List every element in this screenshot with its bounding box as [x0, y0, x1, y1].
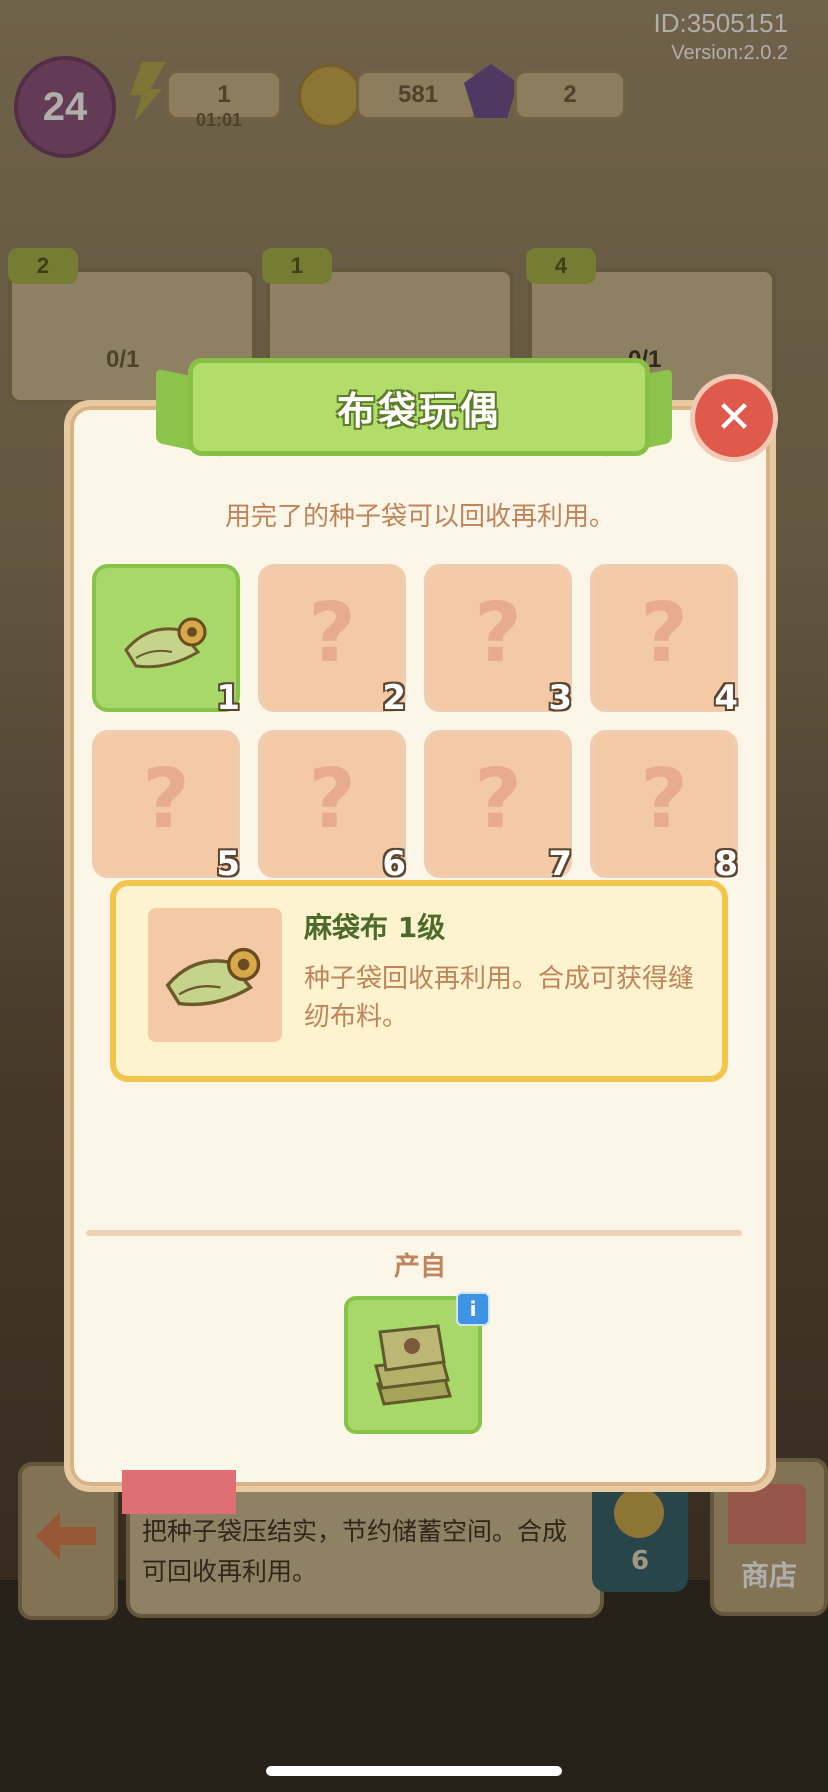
cell-number: 7	[548, 844, 572, 884]
source-label: 产自	[393, 1252, 446, 1282]
item-description: 种子袋回收再利用。合成可获得缝纫布料。	[304, 964, 695, 1032]
cell-number: 3	[548, 678, 572, 718]
unknown-mark: ?	[308, 586, 356, 681]
collection-cell-3[interactable]: ? 3	[424, 564, 572, 718]
collection-cell-6[interactable]: ? 6	[258, 730, 406, 884]
unknown-mark: ?	[308, 752, 356, 847]
seed-bag-stack-icon	[374, 1324, 452, 1406]
close-button[interactable]: ✕	[690, 374, 778, 462]
unknown-mark: ?	[142, 752, 190, 847]
dialog-title: 布袋玩偶	[336, 388, 501, 433]
cell-number: 2	[382, 678, 406, 718]
close-icon: ✕	[715, 392, 753, 443]
collection-cell-5[interactable]: ? 5	[92, 730, 240, 884]
cell-number: 5	[216, 844, 240, 884]
unknown-mark: ?	[640, 586, 688, 681]
dialog-subtitle: 用完了的种子袋可以回收再利用。	[224, 502, 615, 532]
item-detail-thumbnail	[148, 908, 282, 1042]
title-banner: 布袋玩偶	[188, 358, 650, 456]
collection-cell-7[interactable]: ? 7	[424, 730, 572, 884]
collection-cell-8[interactable]: ? 8	[590, 730, 738, 884]
unknown-mark: ?	[474, 586, 522, 681]
cell-number: 8	[714, 844, 738, 884]
collection-cell-1[interactable]: 1	[92, 564, 240, 718]
collection-cell-2[interactable]: ? 2	[258, 564, 406, 718]
burlap-cloth-icon	[124, 617, 207, 669]
unknown-mark: ?	[474, 752, 522, 847]
section-divider	[86, 1230, 742, 1236]
burlap-cloth-icon	[165, 947, 261, 1007]
collection-cell-4[interactable]: ? 4	[590, 564, 738, 718]
info-icon[interactable]: i	[456, 1292, 490, 1326]
home-indicator[interactable]	[266, 1766, 562, 1776]
cell-number: 4	[714, 678, 738, 718]
bookmark-ribbon	[122, 1470, 236, 1514]
cell-number: 6	[382, 844, 406, 884]
cell-number: 1	[216, 678, 240, 718]
unknown-mark: ?	[640, 752, 688, 847]
item-name: 麻袋布 1级	[304, 911, 446, 944]
